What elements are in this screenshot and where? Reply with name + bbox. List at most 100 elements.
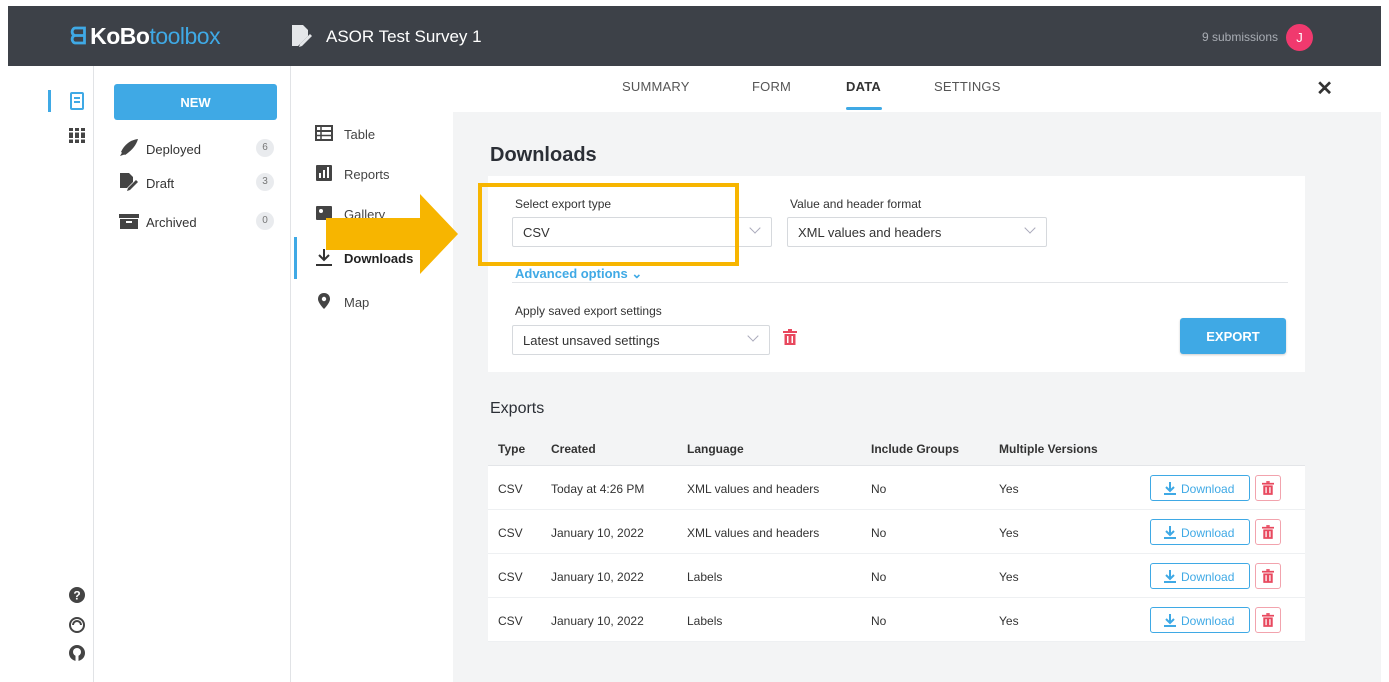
rail-active-indicator [48, 90, 51, 112]
cell-language: XML values and headers [687, 526, 820, 540]
cell-versions: Yes [999, 526, 1019, 540]
download-label: Download [1181, 614, 1235, 628]
delete-export-button[interactable] [1255, 607, 1281, 633]
new-project-button[interactable]: NEW [114, 84, 277, 120]
download-icon [1164, 570, 1176, 583]
cell-groups: No [871, 482, 887, 496]
left-rail: ? [8, 66, 94, 682]
sidebar-item-archived[interactable]: Archived 0 [118, 211, 278, 235]
download-icon [1164, 482, 1176, 495]
table-row: CSV January 10, 2022 Labels No Yes Downl… [488, 554, 1305, 598]
delete-export-button[interactable] [1255, 475, 1281, 501]
download-label: Download [1181, 570, 1235, 584]
sidebar-item-draft[interactable]: Draft 3 [118, 172, 278, 196]
tab-settings[interactable]: SETTINGS [934, 79, 1001, 94]
tabs-bar: SUMMARY FORM DATA SETTINGS ✕ [292, 66, 1381, 112]
submissions-count: 9 submissions [1201, 30, 1278, 44]
format-select[interactable]: XML values and headers [787, 217, 1047, 247]
sidebar-item-label: Archived [146, 215, 197, 230]
column-header: Type [498, 442, 526, 456]
table-header: Type Created Language Include Groups Mul… [488, 430, 1305, 466]
download-label: Download [1181, 482, 1235, 496]
cell-groups: No [871, 526, 887, 540]
download-button[interactable]: Download [1150, 607, 1250, 633]
saved-settings-label: Apply saved export settings [515, 304, 662, 318]
trash-icon [1262, 569, 1274, 583]
avatar[interactable]: J [1286, 24, 1313, 51]
subnav-item-table[interactable]: Table [315, 124, 445, 146]
svg-text:?: ? [73, 589, 80, 603]
cell-language: Labels [687, 570, 723, 584]
delete-export-button[interactable] [1255, 519, 1281, 545]
support-icon[interactable] [68, 616, 86, 634]
draft-icon [120, 173, 138, 191]
project-sidebar: NEW Deployed 6 Draft 3 Archived 0 [94, 66, 291, 682]
advanced-options-toggle[interactable]: Advanced options ⌄ [515, 266, 642, 282]
kobotoolbox-logo[interactable]: ᗺ KoBotoolbox [70, 23, 221, 50]
column-header: Language [687, 442, 744, 456]
app-window: ᗺ KoBotoolbox ASOR Test Survey 1 9 submis… [8, 0, 1381, 682]
divider [512, 282, 1288, 283]
chevron-down-icon [1024, 222, 1036, 234]
delete-export-button[interactable] [1255, 563, 1281, 589]
tab-data[interactable]: DATA [846, 79, 881, 94]
library-icon[interactable] [68, 126, 86, 144]
close-icon[interactable]: ✕ [1316, 76, 1333, 101]
subnav-label: Table [344, 127, 376, 142]
survey-title: ASOR Test Survey 1 [326, 27, 482, 46]
count-badge: 3 [256, 173, 274, 191]
highlight-box [478, 183, 739, 266]
saved-settings-value: Latest unsaved settings [523, 333, 660, 348]
map-pin-icon [318, 293, 330, 309]
download-label: Download [1181, 526, 1235, 540]
subnav-label: Reports [344, 167, 390, 182]
rocket-icon [120, 139, 138, 156]
chevron-down-icon: ⌄ [631, 266, 643, 281]
advanced-options-label: Advanced options [515, 266, 628, 281]
tab-form[interactable]: FORM [752, 79, 791, 94]
download-button[interactable]: Download [1150, 519, 1250, 545]
cell-groups: No [871, 614, 887, 628]
github-icon[interactable] [68, 644, 86, 662]
cell-versions: Yes [999, 482, 1019, 496]
saved-settings-select[interactable]: Latest unsaved settings [512, 325, 770, 355]
column-header: Include Groups [871, 442, 960, 456]
trash-icon [1262, 613, 1274, 627]
help-icon[interactable]: ? [68, 586, 86, 604]
export-button[interactable]: EXPORT [1180, 318, 1286, 354]
forms-icon[interactable] [68, 92, 86, 110]
archive-icon [119, 214, 139, 229]
subnav-item-map[interactable]: Map [315, 292, 445, 314]
cell-groups: No [871, 570, 887, 584]
cell-type: CSV [498, 614, 523, 628]
cell-language: XML values and headers [687, 482, 820, 496]
trash-icon [1262, 525, 1274, 539]
subnav-active-indicator [294, 237, 297, 279]
cell-type: CSV [498, 482, 523, 496]
column-header: Created [551, 442, 596, 456]
download-button[interactable]: Download [1150, 563, 1250, 589]
cell-type: CSV [498, 570, 523, 584]
annotation-arrow-icon [326, 194, 458, 274]
tab-summary[interactable]: SUMMARY [622, 79, 690, 94]
count-badge: 0 [256, 212, 274, 230]
cell-type: CSV [498, 526, 523, 540]
cell-versions: Yes [999, 614, 1019, 628]
sidebar-item-label: Draft [146, 176, 175, 191]
cell-language: Labels [687, 614, 723, 628]
sidebar-item-deployed[interactable]: Deployed 6 [118, 138, 278, 162]
subnav-label: Map [344, 295, 370, 310]
active-tab-indicator [846, 107, 882, 110]
delete-settings-icon[interactable] [783, 329, 797, 345]
survey-deployed-icon [292, 25, 312, 47]
cell-created: January 10, 2022 [551, 570, 644, 584]
download-button[interactable]: Download [1150, 475, 1250, 501]
sidebar-item-label: Deployed [146, 142, 201, 157]
page-title: Downloads [490, 144, 597, 166]
chevron-down-icon [747, 330, 759, 342]
subnav-item-reports[interactable]: Reports [315, 164, 445, 186]
trash-icon [1262, 481, 1274, 495]
count-badge: 6 [256, 139, 274, 157]
format-label: Value and header format [790, 197, 922, 211]
table-icon [315, 125, 333, 141]
